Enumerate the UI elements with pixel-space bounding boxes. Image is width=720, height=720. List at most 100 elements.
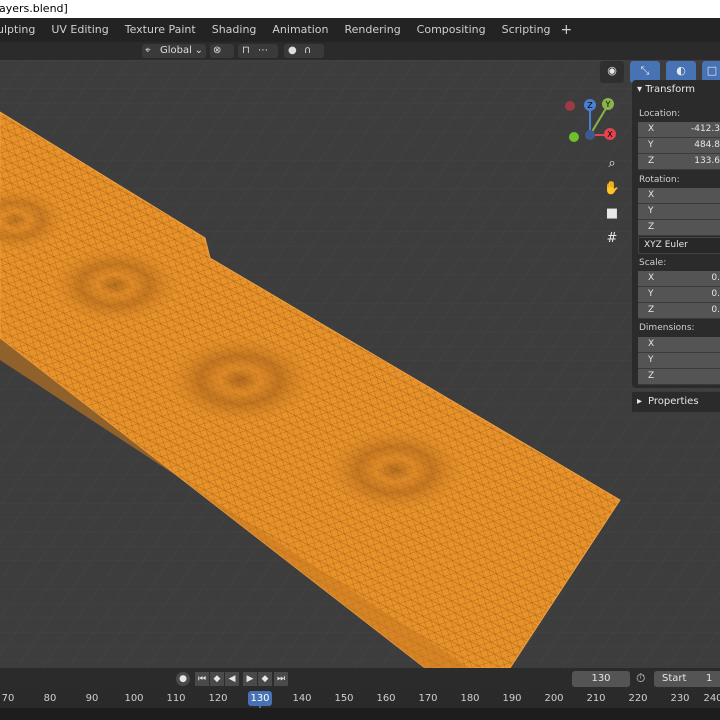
timeline-ruler[interactable]: 70 80 90 100 110 120 140 150 160 170 180… — [0, 690, 720, 708]
tab-shading[interactable]: Shading — [204, 18, 265, 42]
status-bar — [0, 708, 720, 720]
tab-compositing[interactable]: Compositing — [409, 18, 494, 42]
tab-scripting[interactable]: Scripting — [494, 18, 559, 42]
add-workspace-button[interactable]: + — [561, 22, 573, 38]
axis-label: X — [648, 124, 655, 134]
current-frame-field[interactable]: 130 — [572, 671, 630, 687]
orientation-value: Global — [160, 45, 192, 56]
orientation-dropdown[interactable]: ⌖ Global ⌄ — [142, 44, 206, 58]
field-value: 0. — [711, 273, 720, 283]
axis-label: Z — [648, 371, 655, 381]
field-value: 0. — [711, 305, 720, 315]
frame-tick: 150 — [334, 693, 354, 704]
viewport-canvas[interactable]: Z Y X — [0, 60, 720, 668]
window-title: ayers.blend] — [0, 2, 68, 15]
dimensions-y-field[interactable]: Y — [638, 353, 720, 369]
zoom-icon[interactable]: ⌕ — [601, 153, 623, 175]
play-reverse-icon: ◀ — [228, 674, 236, 684]
tab-texture-paint[interactable]: Texture Paint — [117, 18, 204, 42]
location-y-field[interactable]: Y 484.8 — [638, 138, 720, 154]
frame-tick: 170 — [418, 693, 438, 704]
scale-x-field[interactable]: X 0. — [638, 271, 720, 287]
scale-z-field[interactable]: Z 0. — [638, 303, 720, 319]
start-label: Start — [662, 673, 687, 684]
chevron-down-icon: ▾ — [637, 84, 646, 95]
window-title-bar: ayers.blend] — [0, 0, 720, 18]
frame-tick: 90 — [85, 693, 99, 704]
transform-panel-header[interactable]: ▾ Transform — [637, 84, 695, 95]
snap-icon: ⊓ — [242, 45, 250, 56]
sidebar-n-panel: ▾ Transform Location: X -412.3 Y 484.8 Z 13… — [632, 80, 720, 388]
gizmo-y-label: Y — [605, 100, 611, 109]
play-button[interactable]: ▶ — [243, 672, 257, 686]
falloff-icon: ∩ — [304, 45, 312, 56]
dimensions-z-field[interactable]: Z — [638, 369, 720, 385]
tab-animation[interactable]: Animation — [264, 18, 336, 42]
gizmo-z-label: Z — [587, 101, 593, 110]
axis-label: Z — [648, 156, 655, 166]
mesh-rosette — [160, 332, 320, 428]
field-value: 0. — [711, 289, 720, 299]
rotation-x-field[interactable]: X — [638, 188, 720, 204]
tab-rendering[interactable]: Rendering — [337, 18, 409, 42]
jump-start-button[interactable]: ⏮ — [195, 672, 209, 686]
record-button[interactable]: ● — [176, 672, 190, 686]
stopwatch-icon[interactable]: ⏱ — [636, 671, 645, 686]
prev-keyframe-icon: ◆ — [213, 674, 221, 684]
start-frame-field[interactable]: Start 1 — [654, 671, 720, 687]
chevron-right-icon: ▸ — [637, 396, 643, 407]
play-reverse-button[interactable]: ◀ — [225, 672, 239, 686]
axis-label: Y — [648, 140, 654, 150]
frame-tick: 80 — [43, 693, 57, 704]
location-x-field[interactable]: X -412.3 — [638, 122, 720, 138]
axis-label: Y — [648, 206, 654, 216]
camera-icon[interactable]: ■ — [601, 203, 623, 225]
frame-tick: 210 — [586, 693, 606, 704]
grid-icon[interactable]: # — [601, 228, 623, 250]
tab-uv-editing[interactable]: UV Editing — [43, 18, 116, 42]
rotation-z-field[interactable]: Z — [638, 220, 720, 236]
dimensions-x-field[interactable]: X — [638, 337, 720, 353]
timeline-header: ● ⏮ ◆ ◀ ▶ ◆ ⏭ 130 ⏱ Start 1 — [0, 668, 720, 690]
scale-y-field[interactable]: Y 0. — [638, 287, 720, 303]
frame-tick: 230 — [670, 693, 690, 704]
properties-panel-header[interactable]: ▸ Properties — [632, 392, 720, 412]
3d-viewport[interactable]: Z Y X ⌕ ✋ ■ # ◉ ⤡ ◐ □ — [0, 60, 720, 668]
properties-title: Properties — [648, 396, 699, 407]
frame-tick: 160 — [376, 693, 396, 704]
transform-orientation-icon: ⌖ — [145, 45, 151, 56]
play-icon: ▶ — [246, 674, 254, 684]
jump-end-icon: ⏭ — [276, 674, 286, 684]
scale-label: Scale: — [639, 258, 667, 268]
snap-dropdown[interactable]: ⊓ ⋯ — [238, 44, 278, 58]
pivot-dropdown[interactable]: ⊗ — [210, 44, 234, 58]
proportional-editing-dropdown[interactable]: ● ∩ — [284, 44, 324, 58]
chevron-down-icon: ⌄ — [194, 45, 203, 56]
axis-label: X — [648, 190, 655, 200]
rotation-mode-value: XYZ Euler — [644, 240, 688, 250]
rotation-y-field[interactable]: Y — [638, 204, 720, 220]
snap-target-icon: ⋯ — [258, 45, 268, 56]
tab-sculpting[interactable]: ulpting — [0, 18, 43, 42]
jump-end-button[interactable]: ⏭ — [274, 672, 288, 686]
current-frame-marker[interactable]: 130 — [248, 691, 272, 706]
axis-label: Y — [648, 355, 654, 365]
location-label: Location: — [639, 109, 681, 119]
location-z-field[interactable]: Z 133.6 — [638, 154, 720, 170]
rotation-mode-select[interactable]: XYZ Euler — [638, 237, 720, 254]
jump-start-icon: ⏮ — [197, 674, 207, 684]
frame-tick: 70 — [1, 693, 15, 704]
next-keyframe-icon: ◆ — [261, 674, 269, 684]
next-keyframe-button[interactable]: ◆ — [258, 672, 272, 686]
frame-tick: 180 — [460, 693, 480, 704]
visibility-icon[interactable]: ◉ — [600, 61, 624, 83]
axis-label: Z — [648, 305, 655, 315]
prev-keyframe-button[interactable]: ◆ — [210, 672, 224, 686]
record-icon: ● — [179, 674, 187, 684]
axis-label: Z — [648, 222, 655, 232]
hand-icon[interactable]: ✋ — [601, 178, 623, 200]
frame-tick: 190 — [502, 693, 522, 704]
mesh-rosette — [45, 243, 185, 327]
axis-label: X — [648, 273, 655, 283]
frame-tick: 110 — [166, 693, 186, 704]
